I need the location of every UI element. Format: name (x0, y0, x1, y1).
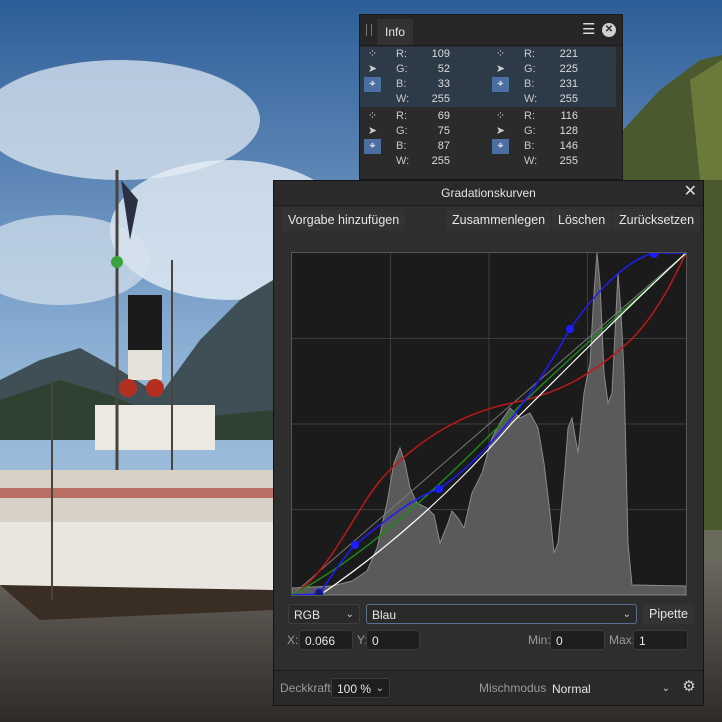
channel-mode-dropdown[interactable]: RGB ⌄ (288, 604, 360, 624)
add-preset-button[interactable]: Vorgabe hinzufügen (282, 209, 406, 231)
sampler-icon[interactable]: ⁘ (364, 47, 381, 62)
channel-label: W: (396, 155, 410, 167)
curves-graph[interactable] (291, 252, 687, 596)
info-sample-2: ⁘ R: 221 ➤ G: 225 ⌖ B: 231 W: 255 (488, 47, 616, 107)
channel-value: 33 (437, 78, 450, 90)
target-icon[interactable]: ⌖ (364, 77, 381, 92)
chevron-down-icon: ⌄ (661, 683, 670, 694)
channel-value: 87 (437, 140, 450, 152)
menu-icon[interactable]: ☰ (582, 21, 596, 39)
y-field[interactable]: 0 (366, 630, 420, 650)
info-sample-1: ⁘ R: 109 ➤ G: 52 ⌖ B: 33 W: 255 (360, 47, 488, 107)
channel-label: B: (396, 78, 407, 90)
channel-label: R: (524, 110, 535, 122)
min-field[interactable]: 0 (550, 630, 605, 650)
info-panel-header: Info ☰ ✕ (360, 15, 622, 46)
curve-point (650, 253, 658, 258)
max-label: Max: (609, 633, 636, 647)
channel-label: G: (396, 63, 408, 75)
channel-value: 255 (431, 93, 450, 105)
curves-panel-header[interactable]: Gradationskurven ✕ (274, 181, 703, 206)
min-label: Min: (528, 633, 551, 647)
sampler-icon[interactable]: ⁘ (492, 47, 509, 62)
channel-value: 116 (560, 110, 578, 122)
channel-label: B: (524, 140, 535, 152)
pointer-icon[interactable]: ➤ (364, 62, 381, 77)
curves-bottom-bar: Deckkraft: 100 % ⌄ Mischmodus: Normal ⌄ … (274, 670, 703, 705)
pipette-button[interactable]: Pipette (643, 604, 694, 624)
channel-value: 75 (437, 125, 450, 137)
opacity-dropdown[interactable]: 100 % ⌄ (331, 678, 390, 698)
channel-label: B: (524, 78, 535, 90)
chevron-down-icon: ⌄ (375, 683, 384, 694)
opacity-value: 100 % (337, 682, 372, 696)
channel-value: 109 (431, 48, 450, 60)
close-icon[interactable]: ✕ (684, 181, 697, 203)
channel-value: Blau (372, 608, 397, 622)
channel-value: 146 (559, 140, 578, 152)
panel-title: Gradationskurven (441, 186, 536, 200)
channel-value: 221 (559, 48, 578, 60)
panel-grip-icon[interactable] (366, 24, 372, 36)
max-field[interactable]: 1 (633, 630, 688, 650)
close-icon[interactable]: ✕ (602, 23, 616, 37)
curves-panel: Gradationskurven ✕ Vorgabe hinzufügen Zu… (273, 180, 704, 706)
channel-label: R: (396, 48, 407, 60)
channel-label: R: (524, 48, 535, 60)
curves-toolbar: Vorgabe hinzufügen Zusammenlegen Löschen… (274, 206, 703, 232)
channel-label: W: (396, 93, 410, 105)
channel-dropdown[interactable]: Blau ⌄ (366, 604, 637, 624)
curve-point (351, 541, 359, 549)
channel-label: G: (524, 63, 536, 75)
opacity-label: Deckkraft: (280, 681, 335, 695)
channel-value: 69 (437, 110, 450, 122)
channel-value: 52 (437, 63, 450, 75)
channel-label: W: (524, 93, 538, 105)
channel-mode-value: RGB (294, 608, 321, 622)
channel-value: 225 (559, 63, 578, 75)
pointer-icon[interactable]: ➤ (492, 62, 509, 77)
channel-label: G: (396, 125, 408, 137)
x-label: X: (287, 633, 299, 647)
chevron-down-icon: ⌄ (622, 609, 631, 620)
blend-mode-label: Mischmodus: (479, 681, 550, 695)
tab-info[interactable]: Info (377, 19, 414, 45)
channel-label: R: (396, 110, 407, 122)
blend-mode-dropdown[interactable]: Normal ⌄ (546, 678, 676, 698)
target-icon[interactable]: ⌖ (492, 77, 509, 92)
curves-graph-canvas[interactable] (292, 253, 686, 595)
curve-point (566, 325, 574, 333)
info-sample-4: ⁘ R: 116 ➤ G: 128 ⌖ B: 146 W: 255 (488, 109, 616, 169)
merge-button[interactable]: Zusammenlegen (446, 209, 552, 231)
curve-point-active (314, 588, 324, 595)
gear-icon[interactable]: ⚙ (681, 679, 697, 695)
channel-value: 255 (559, 155, 578, 167)
pointer-icon[interactable]: ➤ (492, 124, 509, 139)
channel-value: 255 (431, 155, 450, 167)
chevron-down-icon: ⌄ (345, 609, 354, 620)
sampler-icon[interactable]: ⁘ (492, 109, 509, 124)
target-icon[interactable]: ⌖ (364, 139, 381, 154)
channel-label: W: (524, 155, 538, 167)
target-icon[interactable]: ⌖ (492, 139, 509, 154)
sampler-icon[interactable]: ⁘ (364, 109, 381, 124)
curve-point (435, 485, 443, 493)
info-panel: Info ☰ ✕ ⁘ R: 109 ➤ G: 52 ⌖ B: 33 W: 255 ⁘ R: 221… (359, 14, 623, 180)
channel-label: B: (396, 140, 407, 152)
channel-value: 255 (559, 93, 578, 105)
info-sample-3: ⁘ R: 69 ➤ G: 75 ⌖ B: 87 W: 255 (360, 109, 488, 169)
x-field[interactable]: 0.066 (299, 630, 353, 650)
delete-button[interactable]: Löschen (552, 209, 612, 231)
channel-value: 231 (559, 78, 578, 90)
channel-label: G: (524, 125, 536, 137)
blend-mode-value: Normal (552, 682, 591, 696)
reset-button[interactable]: Zurücksetzen (613, 209, 701, 231)
channel-value: 128 (559, 125, 578, 137)
pointer-icon[interactable]: ➤ (364, 124, 381, 139)
